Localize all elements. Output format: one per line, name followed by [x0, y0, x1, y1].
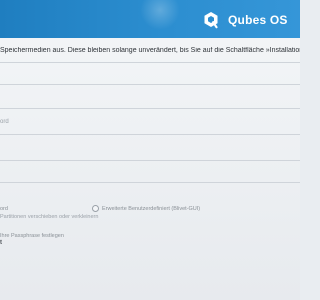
field-hint: ord — [0, 119, 9, 125]
option-left-label: ord — [0, 206, 8, 212]
divider-5 — [0, 160, 300, 161]
blivet-gui-label: Erweiterte Benutzerdefiniert (Blivet-GUI… — [102, 205, 201, 212]
divider-6 — [0, 182, 300, 183]
divider-1 — [0, 62, 300, 63]
partition-hint: Partitionen verschieben oder verkleinern — [0, 214, 99, 220]
passphrase-option[interactable]: Ihre Passphrase festlegen — [0, 233, 64, 239]
brand-name: Qubes OS — [228, 13, 288, 27]
installer-screen: Qubes OS Speichermedien aus. Diese bleib… — [0, 0, 300, 300]
partial-label: t — [0, 240, 2, 246]
top-banner: Qubes OS — [0, 0, 300, 38]
divider-2 — [0, 84, 300, 85]
banner-glare — [140, 0, 180, 30]
qubes-logo-icon — [204, 12, 218, 29]
brand-logo: Qubes OS — [203, 8, 288, 32]
blivet-gui-option[interactable]: Erweiterte Benutzerdefiniert (Blivet-GUI… — [92, 205, 200, 212]
storage-instruction-text: Speichermedien aus. Diese bleiben solang… — [0, 47, 300, 54]
radio-button[interactable] — [92, 205, 99, 212]
divider-4 — [0, 134, 300, 135]
divider-3 — [0, 108, 300, 109]
